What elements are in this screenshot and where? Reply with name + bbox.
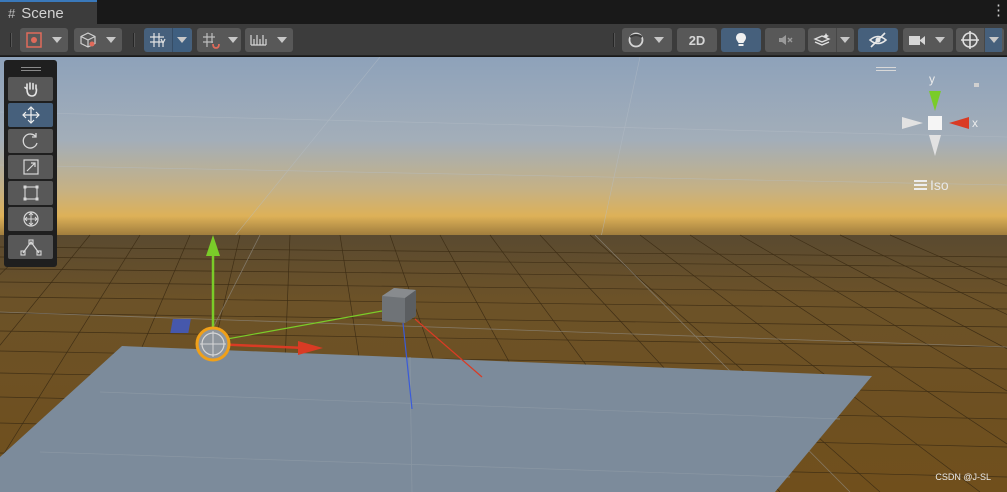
gizmos-dropdown[interactable]: [956, 28, 1004, 52]
gizmo-globe-icon: [956, 28, 984, 52]
watermark: CSDN @J-SL: [935, 472, 991, 482]
tools-overlay: [4, 60, 57, 267]
hand-icon: [23, 82, 37, 97]
tab-scene[interactable]: # Scene: [0, 0, 97, 24]
scene-toolbar: 2D: [0, 24, 1007, 56]
effects-icon: [808, 28, 836, 52]
camera-icon: [903, 28, 931, 52]
sky: [0, 57, 1007, 242]
visibility-toggle[interactable]: [858, 28, 898, 52]
hand-tool-button[interactable]: [8, 77, 53, 101]
custom-tool-icon: [19, 239, 42, 256]
shading-mode-dropdown[interactable]: [74, 28, 122, 52]
move-tool-button[interactable]: [8, 103, 53, 127]
tab-scene-label: Scene: [21, 4, 64, 22]
draw-mode-dropdown[interactable]: [20, 28, 68, 52]
scale-icon: [22, 159, 39, 175]
projection-toggle[interactable]: Iso: [914, 177, 949, 193]
ruler-dropdown[interactable]: [245, 28, 293, 52]
gizmo-y-cone[interactable]: [929, 91, 941, 111]
tab-bar: # Scene ⋮: [0, 0, 1007, 24]
gizmo-neg-x-cone[interactable]: [902, 117, 923, 129]
transform-tool-button[interactable]: [8, 207, 53, 231]
rotate-tool-button[interactable]: [8, 129, 53, 153]
custom-tool-button[interactable]: [8, 235, 53, 259]
audio-mute-icon: [779, 35, 793, 45]
scale-tool-button[interactable]: [8, 155, 53, 179]
overlay-drag-handle[interactable]: [8, 64, 53, 74]
orientation-icon: [622, 28, 650, 52]
orientation-dropdown[interactable]: [622, 28, 672, 52]
move-arrows-icon: [21, 106, 40, 124]
magnet-grid-icon: [197, 28, 225, 52]
gizmo-center-cube[interactable]: [928, 116, 942, 130]
camera-dropdown[interactable]: [903, 28, 953, 52]
more-options-icon[interactable]: ⋮: [991, 3, 1006, 19]
projection-label: Iso: [930, 177, 949, 193]
scene-render: [0, 57, 1007, 492]
rect-icon: [23, 185, 38, 201]
toggle-2d-button[interactable]: 2D: [677, 28, 717, 52]
transform-icon: [22, 211, 39, 227]
hidden-eye-icon: [868, 32, 888, 48]
draw-mode-icon: [20, 28, 48, 52]
gizmo-drag-handle[interactable]: [876, 67, 896, 71]
grid-snap-icon: [144, 28, 172, 52]
rotate-icon: [22, 133, 38, 149]
gizmo-neg-y-cone[interactable]: [929, 135, 941, 156]
effects-dropdown[interactable]: [808, 28, 854, 52]
increment-snap-dropdown[interactable]: [197, 28, 241, 52]
grid-hash-icon: #: [8, 5, 16, 21]
toolbar-grip[interactable]: [133, 33, 135, 47]
rect-tool-button[interactable]: [8, 181, 53, 205]
gizmo-lock-icon[interactable]: [974, 83, 979, 87]
gizmo-y-label: y: [929, 72, 935, 86]
menu-icon: [914, 180, 927, 190]
audio-toggle[interactable]: [765, 28, 805, 52]
lighting-toggle[interactable]: [721, 28, 761, 52]
toolbar-grip[interactable]: [613, 33, 615, 47]
grid-snapping-toggle[interactable]: [144, 28, 192, 52]
scene-viewport[interactable]: CSDN @J-SL: [0, 57, 1007, 492]
toolbar-grip[interactable]: [10, 33, 12, 47]
cube-object[interactable]: [382, 288, 416, 323]
gizmo-x-cone[interactable]: [949, 117, 969, 129]
lightbulb-icon: [736, 33, 746, 46]
cube-icon: [74, 28, 102, 52]
ruler-icon: [245, 28, 273, 52]
gizmo-x-label: x: [972, 116, 978, 130]
